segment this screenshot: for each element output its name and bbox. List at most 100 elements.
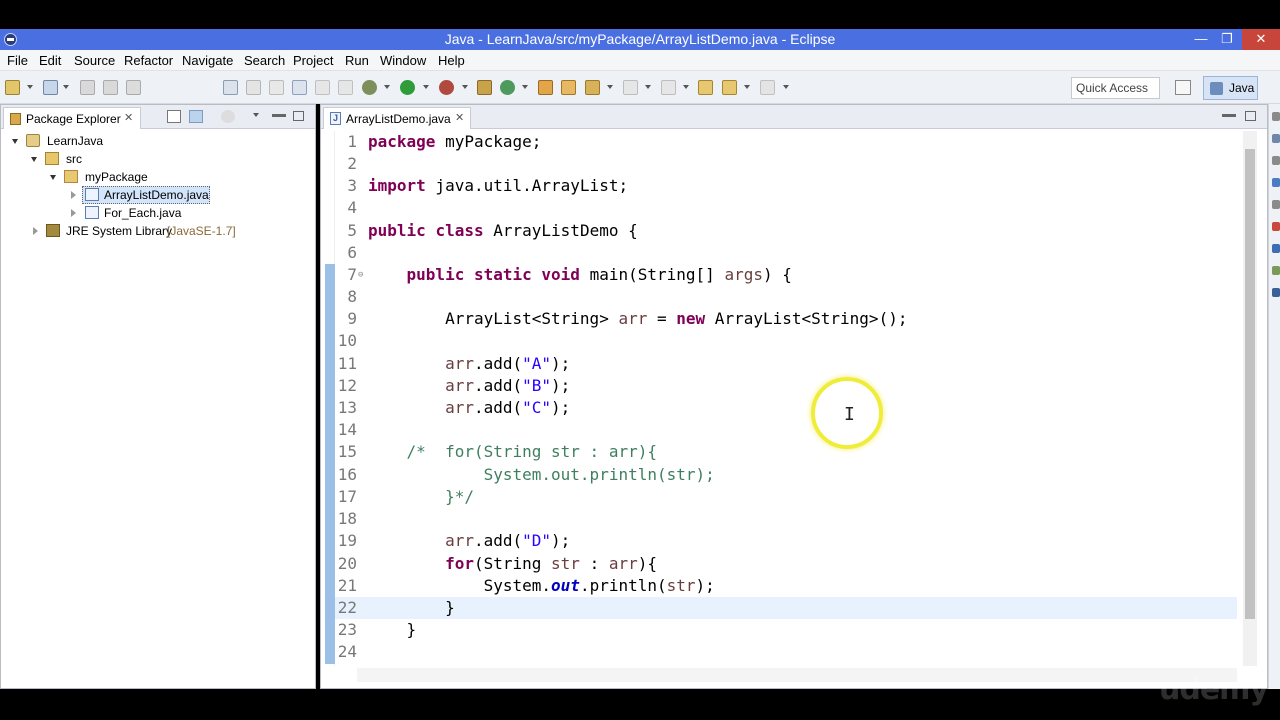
debug-icon[interactable] bbox=[362, 80, 377, 95]
run-dropdown-icon[interactable] bbox=[423, 85, 429, 89]
menu-window[interactable]: Window bbox=[380, 53, 426, 68]
toggle-mark-icon[interactable] bbox=[246, 80, 261, 95]
menu-help[interactable]: Help bbox=[438, 53, 465, 68]
tree-item-src[interactable]: src bbox=[31, 151, 293, 169]
open-perspective-icon[interactable] bbox=[1175, 80, 1191, 95]
console-icon[interactable] bbox=[1272, 288, 1280, 297]
tree-item-package[interactable]: myPackage bbox=[50, 169, 292, 187]
show-whitespace-icon[interactable] bbox=[338, 80, 353, 95]
tree-item-jre[interactable]: JRE System Library [JavaSE-1.7] bbox=[33, 223, 303, 241]
focus-workset-icon[interactable] bbox=[221, 110, 235, 123]
forward-dropdown-icon[interactable] bbox=[783, 85, 789, 89]
back-icon[interactable] bbox=[722, 80, 737, 95]
new-package-icon[interactable] bbox=[477, 80, 492, 95]
new-project-dropdown-icon[interactable] bbox=[63, 85, 69, 89]
tree-item-foreach[interactable]: For_Each.java bbox=[71, 205, 271, 223]
task-list-icon[interactable] bbox=[1272, 134, 1280, 143]
expanded-arrow-icon[interactable] bbox=[12, 139, 18, 144]
collapse-all-icon[interactable] bbox=[167, 110, 181, 123]
last-edit-location-icon[interactable] bbox=[698, 80, 713, 95]
problems-icon[interactable] bbox=[1272, 222, 1280, 231]
print-icon[interactable] bbox=[126, 80, 141, 95]
restore-icon[interactable] bbox=[1272, 156, 1280, 165]
collapsed-arrow-icon[interactable] bbox=[33, 227, 38, 235]
restore-icon[interactable] bbox=[1272, 200, 1280, 209]
expanded-arrow-icon[interactable] bbox=[31, 157, 37, 162]
javadoc-icon[interactable] bbox=[1272, 244, 1280, 253]
forward-icon[interactable] bbox=[760, 80, 775, 95]
open-task-icon[interactable] bbox=[561, 80, 576, 95]
pointer-icon[interactable] bbox=[223, 80, 238, 95]
external-tools-dropdown-icon[interactable] bbox=[462, 85, 468, 89]
menu-source[interactable]: Source bbox=[74, 53, 115, 68]
menu-file[interactable]: File bbox=[7, 53, 28, 68]
close-window-button[interactable]: ✕ bbox=[1242, 29, 1280, 50]
menu-refactor[interactable]: Refactor bbox=[124, 53, 173, 68]
close-tab-icon[interactable]: ✕ bbox=[124, 111, 133, 124]
java-file-icon bbox=[85, 206, 99, 219]
new-icon[interactable] bbox=[5, 80, 20, 95]
view-menu-icon[interactable] bbox=[253, 113, 259, 117]
menu-run[interactable]: Run bbox=[345, 53, 369, 68]
minimize-button[interactable]: — bbox=[1188, 29, 1214, 50]
collapsed-arrow-icon[interactable] bbox=[71, 191, 76, 199]
code-editor[interactable]: 1 package myPackage; 2 3 import java.util.… bbox=[335, 131, 1237, 666]
declaration-icon[interactable] bbox=[1272, 266, 1280, 275]
tab-package-explorer[interactable]: Package Explorer ✕ bbox=[3, 107, 141, 129]
search-dropdown-icon[interactable] bbox=[607, 85, 613, 89]
code-line: 17 }*/ bbox=[337, 487, 474, 506]
run-icon[interactable] bbox=[400, 80, 415, 95]
code-line: 13 arr.add("C"); bbox=[337, 398, 571, 417]
expanded-arrow-icon[interactable] bbox=[50, 175, 56, 180]
code-line: 12 arr.add("B"); bbox=[337, 376, 571, 395]
new-java-project-icon[interactable] bbox=[43, 80, 58, 95]
java-file-icon bbox=[85, 188, 99, 201]
horizontal-scrollbar[interactable] bbox=[357, 668, 1237, 682]
menu-edit[interactable]: Edit bbox=[39, 53, 61, 68]
fold-toggle-icon[interactable]: ⊖ bbox=[358, 264, 363, 286]
tab-arraylistdemo[interactable]: J ArrayListDemo.java ✕ bbox=[323, 107, 471, 129]
new-dropdown-arrow-icon[interactable] bbox=[27, 85, 33, 89]
block-select-icon[interactable] bbox=[315, 80, 330, 95]
vertical-scroll-thumb[interactable] bbox=[1245, 149, 1255, 619]
new-class-dropdown-icon[interactable] bbox=[522, 85, 528, 89]
restore-icon[interactable] bbox=[1272, 112, 1280, 121]
window-titlebar: Java - LearnJava/src/myPackage/ArrayList… bbox=[0, 29, 1280, 50]
minimize-view-icon[interactable] bbox=[272, 114, 286, 117]
quick-access-input[interactable]: Quick Access bbox=[1071, 77, 1160, 99]
maximize-button[interactable]: ❐ bbox=[1214, 29, 1240, 50]
new-class-icon[interactable] bbox=[500, 80, 515, 95]
menu-project[interactable]: Project bbox=[293, 53, 333, 68]
minimize-editor-icon[interactable] bbox=[1222, 114, 1236, 117]
previous-annotation-icon[interactable] bbox=[661, 80, 676, 95]
vertical-scrollbar[interactable] bbox=[1243, 131, 1257, 666]
ibeam-cursor-icon: I bbox=[844, 404, 855, 425]
link-with-editor-icon[interactable] bbox=[189, 110, 203, 123]
debug-dropdown-icon[interactable] bbox=[384, 85, 390, 89]
code-line: 1 package myPackage; bbox=[347, 132, 542, 151]
close-tab-icon[interactable]: ✕ bbox=[455, 111, 464, 124]
back-dropdown-icon[interactable] bbox=[744, 85, 750, 89]
search-icon[interactable] bbox=[585, 80, 600, 95]
external-tools-icon[interactable] bbox=[439, 80, 454, 95]
outline-icon[interactable] bbox=[1272, 178, 1280, 187]
collapsed-arrow-icon[interactable] bbox=[71, 209, 76, 217]
src-label: src bbox=[66, 152, 82, 166]
current-code-line: 22 } bbox=[335, 597, 1237, 619]
tree-item-arraylistdemo[interactable]: ArrayListDemo.java bbox=[71, 187, 271, 205]
link-icon[interactable] bbox=[292, 80, 307, 95]
edit-icon[interactable] bbox=[269, 80, 284, 95]
maximize-view-icon[interactable] bbox=[293, 111, 304, 121]
save-icon[interactable] bbox=[80, 80, 95, 95]
next-annotation-dropdown-icon[interactable] bbox=[645, 85, 651, 89]
foreach-label: For_Each.java bbox=[104, 206, 182, 220]
menu-search[interactable]: Search bbox=[244, 53, 285, 68]
menu-navigate[interactable]: Navigate bbox=[182, 53, 233, 68]
save-all-icon[interactable] bbox=[103, 80, 118, 95]
tree-item-project[interactable]: LearnJava bbox=[12, 133, 304, 151]
maximize-editor-icon[interactable] bbox=[1245, 111, 1256, 121]
open-type-icon[interactable] bbox=[538, 80, 553, 95]
next-annotation-icon[interactable] bbox=[623, 80, 638, 95]
previous-annotation-dropdown-icon[interactable] bbox=[683, 85, 689, 89]
java-perspective-button[interactable]: Java bbox=[1203, 76, 1258, 100]
